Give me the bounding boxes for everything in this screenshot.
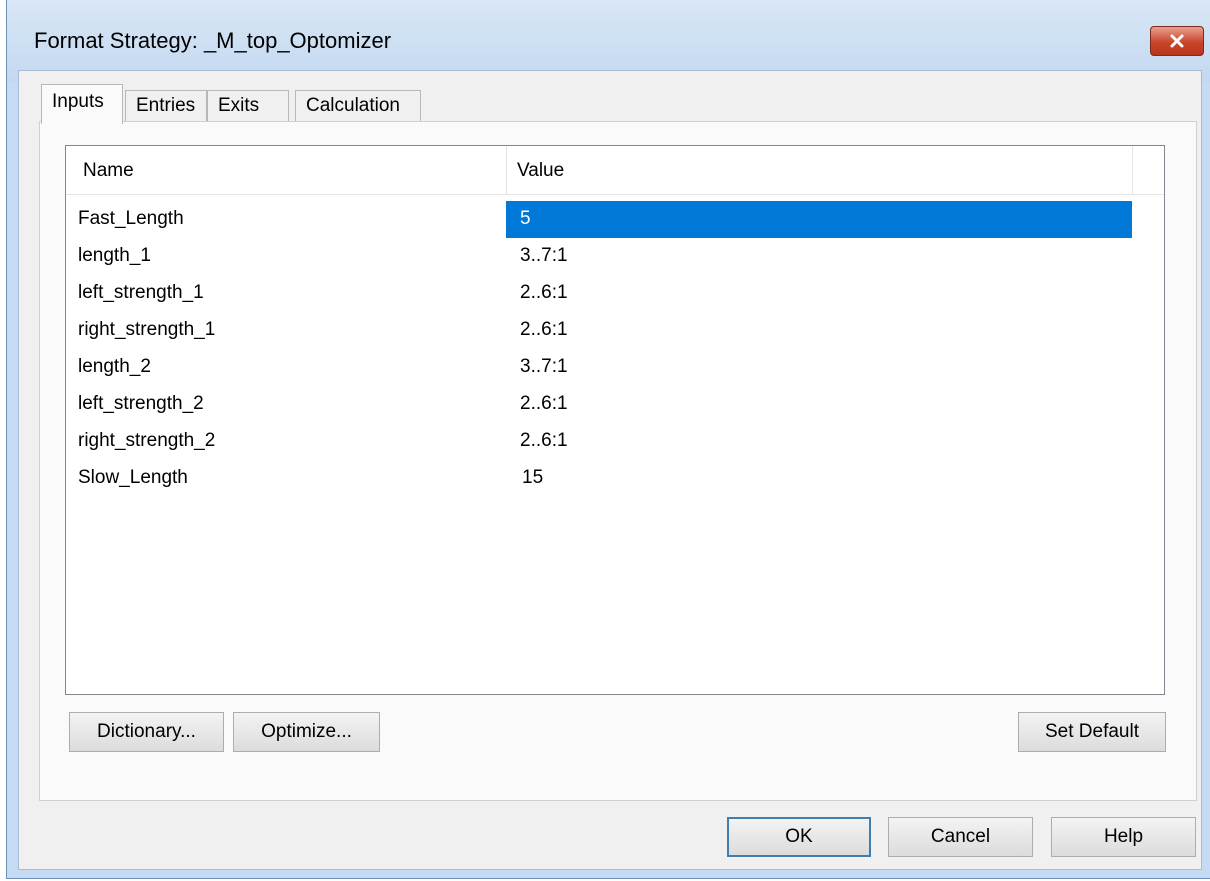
input-value: 15 <box>522 467 544 488</box>
column-header-value[interactable]: Value <box>517 160 564 182</box>
list-row[interactable]: left_strength_2 2..6:1 <box>66 386 1164 423</box>
window-title: Format Strategy: _M_top_Optomizer <box>34 28 392 53</box>
list-row[interactable]: right_strength_1 2..6:1 <box>66 312 1164 349</box>
input-value-cell[interactable]: 2..6:1 <box>506 386 1132 423</box>
close-icon <box>1170 34 1184 48</box>
column-header-name[interactable]: Name <box>83 160 134 182</box>
input-name: left_strength_2 <box>78 393 204 414</box>
input-value-cell[interactable]: 3..7:1 <box>506 238 1132 275</box>
list-row[interactable]: length_1 3..7:1 <box>66 238 1164 275</box>
column-divider[interactable] <box>506 146 507 194</box>
input-value-cell[interactable]: 2..6:1 <box>506 275 1132 312</box>
input-value: 2..6:1 <box>520 430 568 451</box>
input-value: 2..6:1 <box>520 282 568 303</box>
input-value: 3..7:1 <box>520 245 568 266</box>
inputs-list[interactable]: Name Value Fast_Length 5 length_1 3..7:1 <box>65 145 1165 695</box>
input-name: Fast_Length <box>78 208 184 229</box>
column-divider[interactable] <box>1132 146 1133 194</box>
inputs-tab-panel: Name Value Fast_Length 5 length_1 3..7:1 <box>39 121 1197 801</box>
input-name: right_strength_2 <box>78 430 216 451</box>
tab-label: Entries <box>136 95 196 116</box>
list-header: Name Value <box>66 146 1164 195</box>
input-value-cell-selected[interactable]: 5 <box>506 201 1132 238</box>
tab-inputs[interactable]: Inputs <box>41 84 123 124</box>
input-value-cell[interactable]: 2..6:1 <box>506 312 1132 349</box>
input-value-cell[interactable]: 2..6:1 <box>506 423 1132 460</box>
input-value: 2..6:1 <box>520 319 568 340</box>
input-value-cell[interactable]: 3..7:1 <box>506 349 1132 386</box>
tab-label: Inputs <box>52 91 104 112</box>
tab-entries[interactable]: Entries <box>125 90 207 123</box>
dialog-client: Inputs Entries Exits Calculation Name Va… <box>18 70 1202 870</box>
tab-calculation[interactable]: Calculation <box>295 90 421 123</box>
tab-exits[interactable]: Exits <box>207 90 289 123</box>
cancel-button[interactable]: Cancel <box>888 817 1033 857</box>
optimize-button[interactable]: Optimize... <box>233 712 380 752</box>
list-row[interactable]: left_strength_1 2..6:1 <box>66 275 1164 312</box>
input-name: left_strength_1 <box>78 282 204 303</box>
input-value: 2..6:1 <box>520 393 568 414</box>
set-default-button[interactable]: Set Default <box>1018 712 1166 752</box>
input-value-cell[interactable]: 15 <box>506 460 1132 497</box>
ok-button[interactable]: OK <box>727 817 871 857</box>
tab-label: Calculation <box>306 95 400 116</box>
dictionary-button[interactable]: Dictionary... <box>69 712 224 752</box>
tab-label: Exits <box>218 95 260 116</box>
input-name: right_strength_1 <box>78 319 216 340</box>
input-value: 3..7:1 <box>520 356 568 377</box>
list-row[interactable]: length_2 3..7:1 <box>66 349 1164 386</box>
close-button[interactable] <box>1150 26 1204 56</box>
input-name: Slow_Length <box>78 467 188 488</box>
list-row[interactable]: Slow_Length 15 <box>66 460 1164 497</box>
help-button[interactable]: Help <box>1051 817 1196 857</box>
input-name: length_1 <box>78 245 151 266</box>
input-value: 5 <box>520 208 531 229</box>
input-name: length_2 <box>78 356 151 377</box>
list-row[interactable]: right_strength_2 2..6:1 <box>66 423 1164 460</box>
dialog-window: Format Strategy: _M_top_Optomizer Inputs… <box>6 0 1210 879</box>
list-row[interactable]: Fast_Length 5 <box>66 201 1164 238</box>
